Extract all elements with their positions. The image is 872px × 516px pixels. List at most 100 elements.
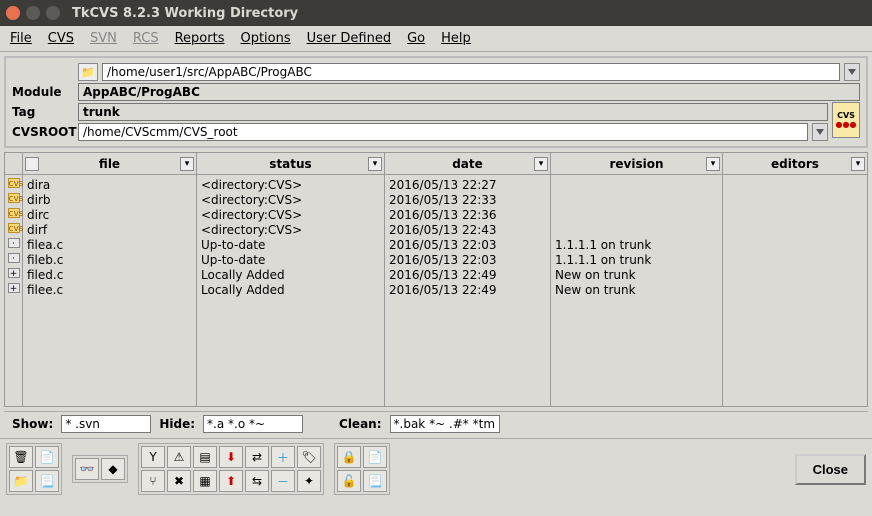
window-close-button[interactable]	[6, 6, 20, 20]
swap-icon[interactable]: ⇄	[245, 446, 269, 468]
table-cell-status: <directory:CVS>	[197, 177, 384, 192]
table-cell-revision: 1.1.1.1 on trunk	[551, 252, 722, 267]
menu-options[interactable]: Options	[240, 31, 290, 46]
hide-filter-input[interactable]	[203, 415, 303, 433]
cvs-module-icon[interactable]: CVS ●●●	[832, 102, 860, 138]
tool-group-right: 🔒 📄 🔓 📃	[334, 443, 390, 495]
table-cell-date: 2016/05/13 22:49	[385, 267, 550, 282]
table-cell-file[interactable]: fileb.c	[23, 252, 196, 267]
filter-icon[interactable]: ▾	[706, 157, 720, 171]
tag-field	[78, 103, 828, 121]
window-minimize-button[interactable]	[26, 6, 40, 20]
table-cell-date: 2016/05/13 22:27	[385, 177, 550, 192]
tool-group-left: 🗑 📄 📁 📃	[6, 443, 62, 495]
info-panel: 📁 Module Tag CVSROOT CVS ●●●	[4, 56, 868, 148]
folder-up-icon[interactable]: 📁	[78, 63, 98, 81]
table-cell-revision	[551, 222, 722, 237]
table-cell-date: 2016/05/13 22:43	[385, 222, 550, 237]
page2-icon[interactable]: ▦	[193, 470, 217, 492]
tool-group-mid1: 👓 ◆	[72, 455, 128, 483]
close-button[interactable]: Close	[795, 454, 866, 485]
filter-icon[interactable]: ▾	[851, 157, 865, 171]
table-cell-file[interactable]: dirf	[23, 222, 196, 237]
column-header-revision[interactable]: revision ▾	[551, 153, 722, 175]
hide-label: Hide:	[159, 417, 195, 431]
swap2-icon[interactable]: ⇆	[245, 470, 269, 492]
clean-filter-input[interactable]	[390, 415, 500, 433]
folder-cvs-icon: cvs	[8, 208, 20, 218]
doc-icon[interactable]: 📄	[363, 446, 387, 468]
table-cell-revision: New on trunk	[551, 267, 722, 282]
menu-help[interactable]: Help	[441, 31, 471, 46]
file-added-icon: +	[8, 268, 20, 278]
table-cell-revision	[551, 207, 722, 222]
filter-icon[interactable]: ▾	[534, 157, 548, 171]
clean-label: Clean:	[339, 417, 382, 431]
menu-user-defined[interactable]: User Defined	[307, 31, 391, 46]
menu-rcs: RCS	[133, 31, 159, 46]
filter-icon[interactable]: ▾	[368, 157, 382, 171]
menu-go[interactable]: Go	[407, 31, 425, 46]
branch2-icon[interactable]: ⑂	[141, 470, 165, 492]
module-field	[78, 83, 860, 101]
table-cell-file[interactable]: dirc	[23, 207, 196, 222]
spark-icon[interactable]: ✦	[297, 470, 321, 492]
show-filter-input[interactable]	[61, 415, 151, 433]
doc-new-icon[interactable]: 📃	[35, 470, 59, 492]
table-cell-date: 2016/05/13 22:03	[385, 237, 550, 252]
menu-svn: SVN	[90, 31, 117, 46]
menu-cvs[interactable]: CVS	[48, 31, 74, 46]
table-cell-revision: New on trunk	[551, 282, 722, 297]
table-cell-file[interactable]: dira	[23, 177, 196, 192]
menu-file[interactable]: File	[10, 31, 32, 46]
page-icon[interactable]: ▤	[193, 446, 217, 468]
file-table: cvscvscvscvs··++ file ▾ diradirbdircdirf…	[4, 152, 868, 407]
menu-reports[interactable]: Reports	[175, 31, 225, 46]
column-header-file[interactable]: file ▾	[23, 153, 196, 175]
table-cell-file[interactable]: filee.c	[23, 282, 196, 297]
add-icon[interactable]: ＋	[271, 446, 295, 468]
folder-cvs-icon: cvs	[8, 223, 20, 233]
remove-icon[interactable]: －	[271, 470, 295, 492]
warn-icon[interactable]: ⚠	[167, 446, 191, 468]
branch-delete-icon[interactable]: ✖	[167, 470, 191, 492]
column-header-editors[interactable]: editors ▾	[723, 153, 867, 175]
trash-icon[interactable]: 🗑	[9, 446, 33, 468]
folder-cvs-icon: cvs	[8, 193, 20, 203]
table-cell-status: <directory:CVS>	[197, 192, 384, 207]
branch-icon[interactable]: Y	[141, 446, 165, 468]
compare-icon[interactable]: 👓	[75, 458, 99, 480]
unlock-icon[interactable]: 🔓	[337, 470, 361, 492]
file-type-icon-column: cvscvscvscvs··++	[5, 153, 23, 406]
table-cell-file[interactable]: filea.c	[23, 237, 196, 252]
table-cell-file[interactable]: dirb	[23, 192, 196, 207]
clear-icon[interactable]: ◆	[101, 458, 125, 480]
folder-icon[interactable]: 📁	[9, 470, 33, 492]
column-header-status[interactable]: status ▾	[197, 153, 384, 175]
commit-icon[interactable]: ⬆	[219, 470, 243, 492]
lock-icon[interactable]: 🔒	[337, 446, 361, 468]
folder-cvs-icon: cvs	[8, 178, 20, 188]
filter-bar: Show: Hide: Clean:	[4, 411, 868, 436]
sort-icon[interactable]	[25, 157, 39, 171]
filter-icon[interactable]: ▾	[180, 157, 194, 171]
cvsroot-input[interactable]	[78, 123, 808, 141]
file-added-icon: +	[8, 283, 20, 293]
path-input[interactable]	[102, 63, 840, 81]
doc2-icon[interactable]: 📃	[363, 470, 387, 492]
table-cell-file[interactable]: filed.c	[23, 267, 196, 282]
module-label: Module	[12, 85, 74, 99]
bottom-toolbar: 🗑 📄 📁 📃 👓 ◆ Y ⚠ ▤ ⬇ ⇄ ＋ 🏷 ⑂ ✖ ▦ ⬆ ⇆ － ✦ …	[0, 438, 872, 499]
doc-open-icon[interactable]: 📄	[35, 446, 59, 468]
table-cell-date: 2016/05/13 22:36	[385, 207, 550, 222]
column-header-date[interactable]: date ▾	[385, 153, 550, 175]
table-cell-revision	[551, 192, 722, 207]
cvsroot-dropdown-icon[interactable]	[812, 123, 828, 141]
window-maximize-button[interactable]	[46, 6, 60, 20]
path-dropdown-icon[interactable]	[844, 63, 860, 81]
table-cell-date: 2016/05/13 22:03	[385, 252, 550, 267]
menu-bar: File CVS SVN RCS Reports Options User De…	[0, 26, 872, 52]
checkout-icon[interactable]: ⬇	[219, 446, 243, 468]
window-titlebar: TkCVS 8.2.3 Working Directory	[0, 0, 872, 26]
tag-icon[interactable]: 🏷	[297, 446, 321, 468]
